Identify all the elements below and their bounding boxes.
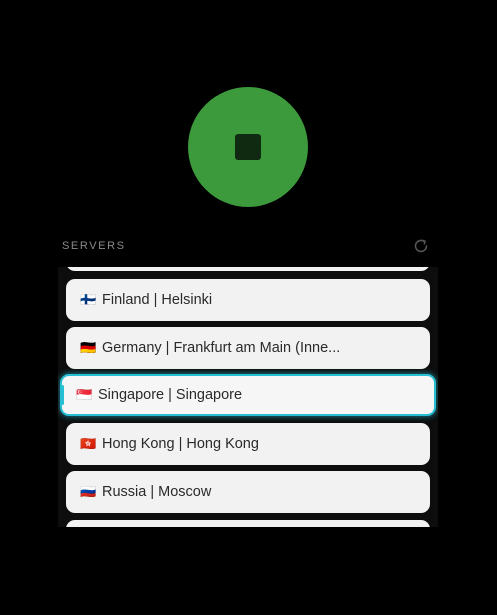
singapore-flag-icon: 🇸🇬 xyxy=(76,387,93,402)
server-row-hongkong[interactable]: 🇭🇰 Hong Kong | Hong Kong xyxy=(66,423,430,465)
server-row-partial-top[interactable] xyxy=(66,267,430,271)
server-name: Russia | Moscow xyxy=(102,484,212,500)
server-row-germany[interactable]: 🇩🇪 Germany | Frankfurt am Main (Inne... xyxy=(66,327,430,369)
server-name: Finland | Helsinki xyxy=(102,292,213,308)
stop-square-icon xyxy=(235,134,261,160)
server-name: Germany | Frankfurt am Main (Inne... xyxy=(102,340,341,356)
finland-flag-icon: 🇫🇮 xyxy=(80,292,97,307)
servers-section-label: SERVERS xyxy=(62,240,126,252)
server-row-partial-bottom[interactable] xyxy=(66,520,430,527)
server-row-singapore[interactable]: 🇸🇬 Singapore | Singapore xyxy=(60,374,436,416)
refresh-icon[interactable] xyxy=(412,237,430,255)
server-list[interactable]: 🇫🇮 Finland | Helsinki 🇩🇪 Germany | Frank… xyxy=(58,267,438,527)
connect-toggle-button[interactable] xyxy=(188,87,308,207)
server-row-russia[interactable]: 🇷🇺 Russia | Moscow xyxy=(66,471,430,513)
germany-flag-icon: 🇩🇪 xyxy=(80,340,97,355)
russia-flag-icon: 🇷🇺 xyxy=(80,484,97,499)
server-row-finland[interactable]: 🇫🇮 Finland | Helsinki xyxy=(66,279,430,321)
server-name: Singapore | Singapore xyxy=(98,387,243,403)
hongkong-flag-icon: 🇭🇰 xyxy=(80,436,97,451)
server-name: Hong Kong | Hong Kong xyxy=(102,436,259,452)
